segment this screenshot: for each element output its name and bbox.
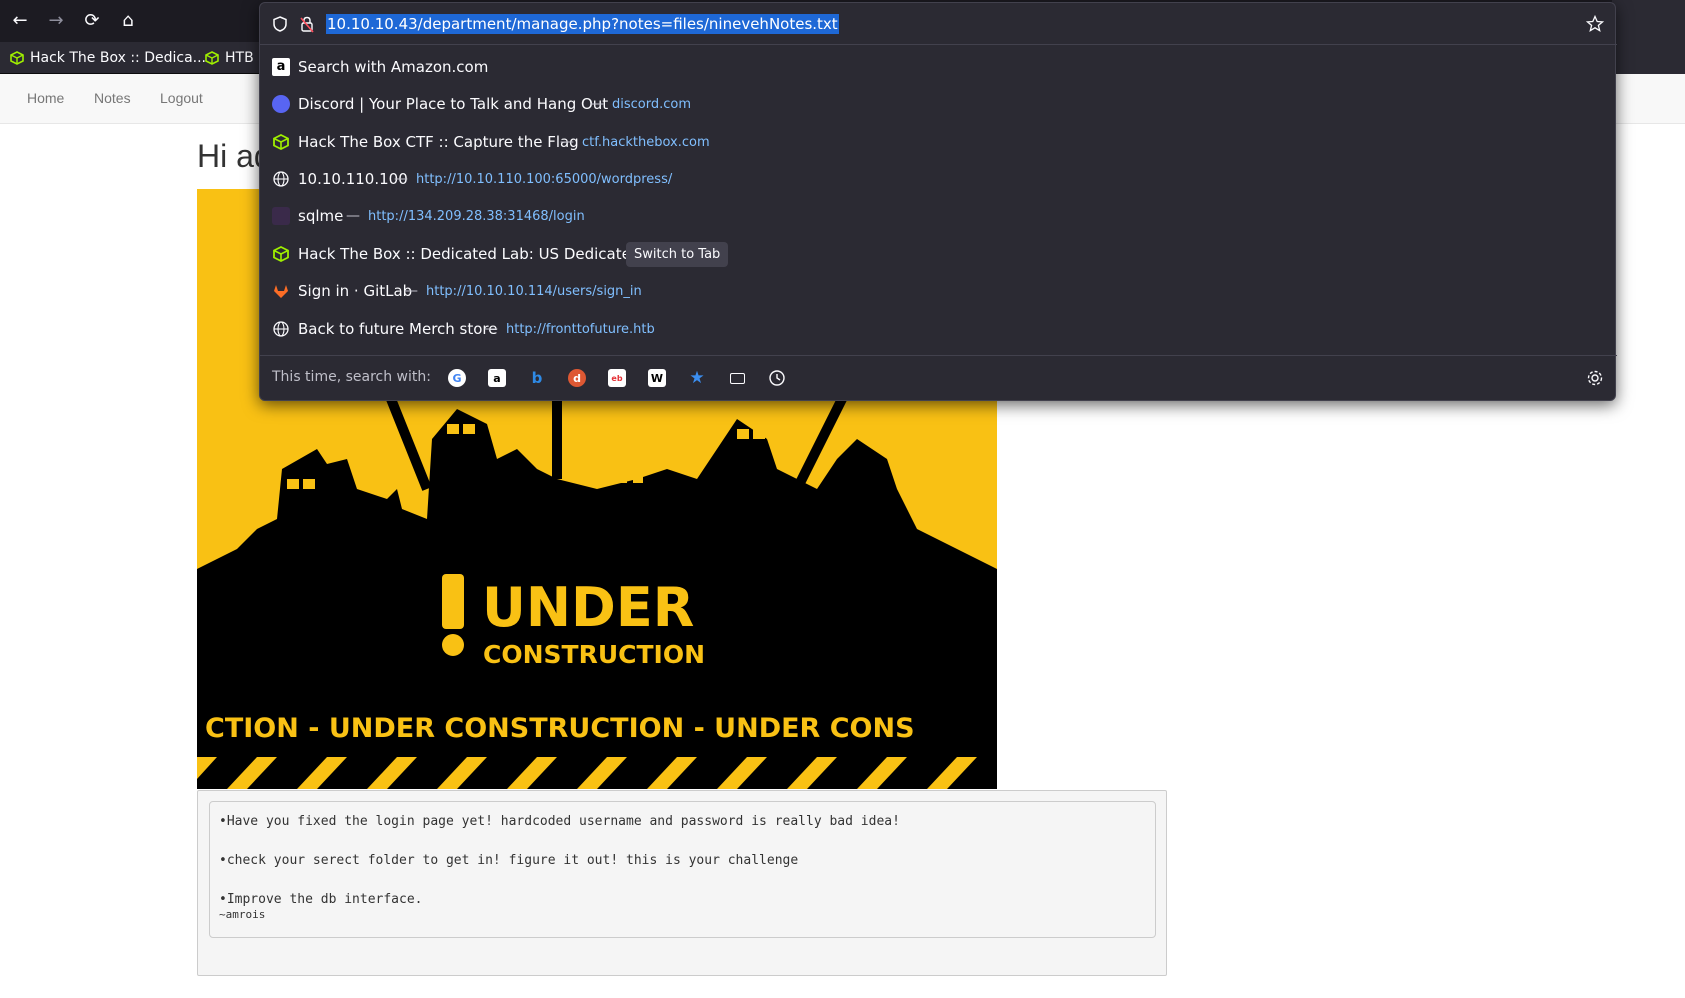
- suggestion-title: Hack The Box :: Dedicated Lab: US Dedica…: [298, 245, 655, 263]
- back-icon[interactable]: ←: [9, 10, 31, 32]
- nav-logout-link[interactable]: Logout: [160, 90, 203, 106]
- google-icon[interactable]: G: [448, 369, 466, 387]
- notes-panel: •Have you fixed the login page yet! hard…: [197, 790, 1167, 976]
- reload-icon[interactable]: ⟳: [81, 10, 103, 32]
- search-with-label: This time, search with:: [272, 369, 431, 385]
- suggestion-title: Hack The Box CTF :: Capture the Flag: [298, 133, 579, 151]
- suggestion-meta: — ctf.hackthebox.com: [560, 134, 710, 150]
- suggestion-title: 10.10.110.100: [298, 170, 408, 188]
- suggestion-title: Sign in · GitLab: [298, 282, 413, 300]
- suggestion-row[interactable]: Discord | Your Place to Talk and Hang Ou…: [260, 86, 1617, 122]
- separator: —: [394, 171, 408, 187]
- suggestion-title: sqlme: [298, 207, 344, 225]
- tabs-icon[interactable]: [728, 369, 746, 387]
- suggestion-row[interactable]: Back to future Merch store — http://fron…: [260, 311, 1617, 347]
- one-off-search-bar: This time, search with: G a b d eb W ★: [260, 355, 1617, 401]
- switch-to-tab-button[interactable]: Switch to Tab: [626, 241, 729, 267]
- suggestion-url: discord.com: [612, 96, 692, 112]
- suggestion-meta: — http://10.10.110.100:65000/wordpress/: [394, 171, 672, 187]
- note-signature: ~amrois: [219, 908, 266, 921]
- suggestion-url: http://fronttofuture.htb: [506, 321, 655, 337]
- separator: —: [404, 283, 418, 299]
- ebay-icon[interactable]: eb: [608, 369, 626, 387]
- note-item: •Improve the db interface.: [219, 892, 423, 907]
- discord-icon: [272, 95, 290, 113]
- note-item: •Have you fixed the login page yet! hard…: [219, 814, 900, 829]
- suggestion-row[interactable]: sqlme — http://134.209.28.38:31468/login: [260, 198, 1617, 234]
- gitlab-icon: [274, 285, 288, 298]
- toolbar-right-area: [1612, 0, 1685, 74]
- suggestion-url: http://10.10.10.114/users/sign_in: [426, 283, 642, 299]
- htb-icon: [273, 133, 289, 151]
- nav-home-link[interactable]: Home: [27, 90, 64, 106]
- globe-icon: [273, 171, 289, 187]
- bookmark-star-icon[interactable]: [1586, 15, 1604, 33]
- suggestion-url: ctf.hackthebox.com: [582, 134, 710, 150]
- gear-icon[interactable]: [1586, 369, 1604, 387]
- suggestion-row[interactable]: Sign in · GitLab — http://10.10.10.114/u…: [260, 273, 1617, 309]
- bing-icon[interactable]: b: [528, 369, 546, 387]
- suggestion-url: http://134.209.28.38:31468/login: [368, 208, 585, 224]
- separator: —: [590, 96, 604, 112]
- note-item: •check your serect folder to get in! fig…: [219, 853, 799, 868]
- nav-notes-link[interactable]: Notes: [94, 90, 131, 106]
- poster-subheadline: CONSTRUCTION: [483, 640, 705, 669]
- suggestion-title: Discord | Your Place to Talk and Hang Ou…: [298, 95, 609, 113]
- amazon-icon: a: [272, 58, 290, 76]
- suggestion-meta: — discord.com: [590, 96, 691, 112]
- suggestion-meta: — http://10.10.10.114/users/sign_in: [404, 283, 642, 299]
- forward-icon[interactable]: →: [45, 10, 67, 32]
- sqlme-icon: [272, 207, 290, 225]
- suggestion-row[interactable]: Hack The Box CTF :: Capture the Flag — c…: [260, 124, 1617, 160]
- bookmark-htb-e[interactable]: HTB E: [205, 48, 267, 68]
- suggestion-row[interactable]: Hack The Box :: Dedicated Lab: US Dedica…: [260, 236, 1617, 272]
- separator: —: [560, 134, 574, 150]
- suggestion-title: Back to future Merch store: [298, 320, 498, 338]
- duckduckgo-icon[interactable]: d: [568, 369, 586, 387]
- htb-icon: [205, 51, 219, 65]
- home-icon[interactable]: ⌂: [117, 10, 139, 32]
- htb-icon: [10, 51, 24, 65]
- suggestion-meta: Switch to Tab: [626, 241, 729, 267]
- suggestion-title: Search with Amazon.com: [298, 58, 489, 76]
- separator: —: [484, 321, 498, 337]
- history-clock-icon[interactable]: [768, 369, 786, 387]
- poster-banner: CTION - UNDER CONSTRUCTION - UNDER CONS: [205, 713, 915, 744]
- suggestion-row[interactable]: 10.10.110.100 — http://10.10.110.100:650…: [260, 161, 1617, 197]
- bookmark-label: Hack The Box :: Dedica...: [30, 50, 207, 66]
- suggestion-meta: — http://fronttofuture.htb: [484, 321, 655, 337]
- amazon-icon[interactable]: a: [488, 369, 506, 387]
- bookmarks-star-icon[interactable]: ★: [688, 368, 706, 388]
- shield-icon[interactable]: [271, 15, 289, 33]
- htb-icon: [273, 245, 289, 263]
- urlbar[interactable]: 10.10.10.43/department/manage.php?notes=…: [260, 3, 1617, 45]
- poster-headline: UNDER: [482, 576, 694, 639]
- suggestion-url: http://10.10.110.100:65000/wordpress/: [416, 171, 673, 187]
- suggestion-row[interactable]: a Search with Amazon.com: [260, 49, 1617, 85]
- urlbar-dropdown: 10.10.10.43/department/manage.php?notes=…: [259, 2, 1617, 401]
- suggestion-meta: — http://134.209.28.38:31468/login: [346, 208, 585, 224]
- globe-icon: [273, 321, 289, 337]
- bookmark-htb-dedicated[interactable]: Hack The Box :: Dedica...: [10, 48, 206, 68]
- notes-content: •Have you fixed the login page yet! hard…: [209, 801, 1156, 938]
- insecure-lock-icon[interactable]: [299, 15, 315, 33]
- separator: —: [346, 208, 360, 224]
- url-input[interactable]: 10.10.10.43/department/manage.php?notes=…: [326, 14, 839, 34]
- wikipedia-icon[interactable]: W: [648, 369, 666, 387]
